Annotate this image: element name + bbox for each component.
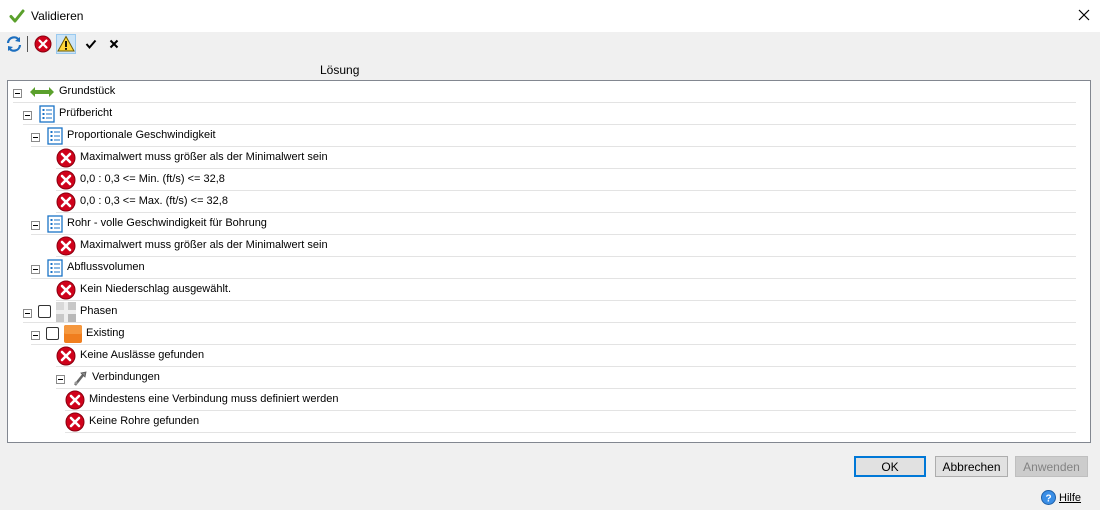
tree-expander-icon[interactable]: [56, 373, 65, 384]
refresh-button[interactable]: [4, 34, 24, 54]
warning-icon: [57, 35, 75, 52]
tree-row[interactable]: Phasen: [23, 301, 1076, 323]
error-icon: [56, 236, 76, 259]
toolbar: [0, 32, 1100, 56]
tree-row[interactable]: Proportionale Geschwindigkeit: [31, 125, 1076, 147]
tree-row-label: Proportionale Geschwindigkeit: [67, 129, 216, 141]
tree-row-label: Maximalwert muss größer als der Minimalw…: [80, 239, 328, 251]
tree-expander-icon[interactable]: [23, 109, 32, 120]
tree-row[interactable]: Abflussvolumen: [31, 257, 1076, 279]
close-icon: [1078, 9, 1090, 21]
tree-row-label: Keine Auslässe gefunden: [80, 349, 205, 361]
tree-row[interactable]: Kein Niederschlag ausgewählt.: [56, 279, 1076, 301]
tree-checkbox[interactable]: [38, 305, 51, 318]
phases-icon: [56, 302, 76, 325]
tree-expander-icon[interactable]: [31, 263, 40, 274]
tree-row-label: Existing: [86, 327, 125, 339]
title-bar: Validieren: [0, 0, 1100, 32]
tree-row-label: Mindestens eine Verbindung muss definier…: [89, 393, 339, 405]
tree-row[interactable]: 0,0 : 0,3 <= Min. (ft/s) <= 32,8: [56, 169, 1076, 191]
show-warnings-button[interactable]: [56, 34, 76, 54]
error-icon: [34, 35, 52, 53]
report-icon: [39, 105, 55, 126]
ok-button[interactable]: OK: [854, 456, 926, 477]
error-icon: [65, 412, 85, 435]
tree-row[interactable]: Maximalwert muss größer als der Minimalw…: [56, 235, 1076, 257]
cancel-button[interactable]: Abbrechen: [935, 456, 1008, 477]
report-icon: [47, 259, 63, 280]
tree-row-label: Grundstück: [59, 85, 116, 97]
window-title: Validieren: [31, 9, 84, 23]
check-icon: [85, 39, 97, 50]
tree-row-label: Verbindungen: [92, 371, 160, 383]
tree-expander-icon[interactable]: [31, 329, 40, 340]
error-icon: [56, 192, 76, 215]
check-all-button[interactable]: [81, 34, 101, 54]
tree-row-label: Maximalwert muss größer als der Minimalw…: [80, 151, 328, 163]
tree-expander-icon[interactable]: [31, 219, 40, 230]
tree-row[interactable]: Keine Auslässe gefunden: [56, 345, 1076, 367]
column-header-solution[interactable]: Lösung: [320, 63, 359, 77]
help-link[interactable]: ? Hilfe: [1041, 490, 1081, 505]
tree-expander-icon[interactable]: [31, 131, 40, 142]
help-label: Hilfe: [1059, 491, 1082, 504]
tree-row-label: Rohr - volle Geschwindigkeit für Bohrung: [67, 217, 267, 229]
report-icon: [47, 215, 63, 236]
tree-row[interactable]: Existing: [31, 323, 1076, 345]
tree-row[interactable]: Prüfbericht: [23, 103, 1076, 125]
tree-expander-icon[interactable]: [23, 307, 32, 318]
error-icon: [56, 148, 76, 171]
tree-row-label: Abflussvolumen: [67, 261, 145, 273]
close-button[interactable]: [1070, 2, 1098, 28]
tree-row[interactable]: Grundstück: [13, 81, 1076, 103]
tree-row-label: Prüfbericht: [59, 107, 113, 119]
tree-row[interactable]: Rohr - volle Geschwindigkeit für Bohrung: [31, 213, 1076, 235]
apply-button[interactable]: Anwenden: [1015, 456, 1088, 477]
tree-row[interactable]: Mindestens eine Verbindung muss definier…: [65, 389, 1076, 411]
tree-row[interactable]: Verbindungen: [56, 367, 1076, 389]
refresh-icon: [6, 36, 22, 52]
toolbar-separator: [27, 36, 28, 52]
tree-row[interactable]: Keine Rohre gefunden: [65, 411, 1076, 433]
tree-row-label: Kein Niederschlag ausgewählt.: [80, 283, 232, 295]
error-icon: [56, 170, 76, 193]
tree-row-label: 0,0 : 0,3 <= Min. (ft/s) <= 32,8: [80, 173, 225, 185]
error-icon: [65, 390, 85, 413]
show-errors-button[interactable]: [33, 34, 53, 54]
uncheck-all-button[interactable]: [104, 34, 124, 54]
tree-row-label: Keine Rohre gefunden: [89, 415, 200, 427]
validation-tree[interactable]: Grundstück Prüfbericht Proportionale Gesch…: [7, 80, 1091, 443]
green-checkmark-icon: [9, 9, 25, 23]
error-icon: [56, 280, 76, 303]
pipe-connection-icon: [72, 370, 88, 389]
phase-orange-icon: [64, 325, 82, 346]
tree-row[interactable]: Maximalwert muss größer als der Minimalw…: [56, 147, 1076, 169]
x-icon: [109, 39, 119, 49]
parcel-icon: [29, 85, 55, 102]
tree-expander-icon[interactable]: [13, 87, 22, 98]
tree-row-label: Phasen: [80, 305, 118, 317]
svg-text:?: ?: [1045, 493, 1051, 504]
tree-row-label: 0,0 : 0,3 <= Max. (ft/s) <= 32,8: [80, 195, 228, 207]
help-icon: ?: [1041, 490, 1056, 505]
error-icon: [56, 346, 76, 369]
report-icon: [47, 127, 63, 148]
tree-row[interactable]: 0,0 : 0,3 <= Max. (ft/s) <= 32,8: [56, 191, 1076, 213]
tree-checkbox[interactable]: [46, 327, 59, 340]
